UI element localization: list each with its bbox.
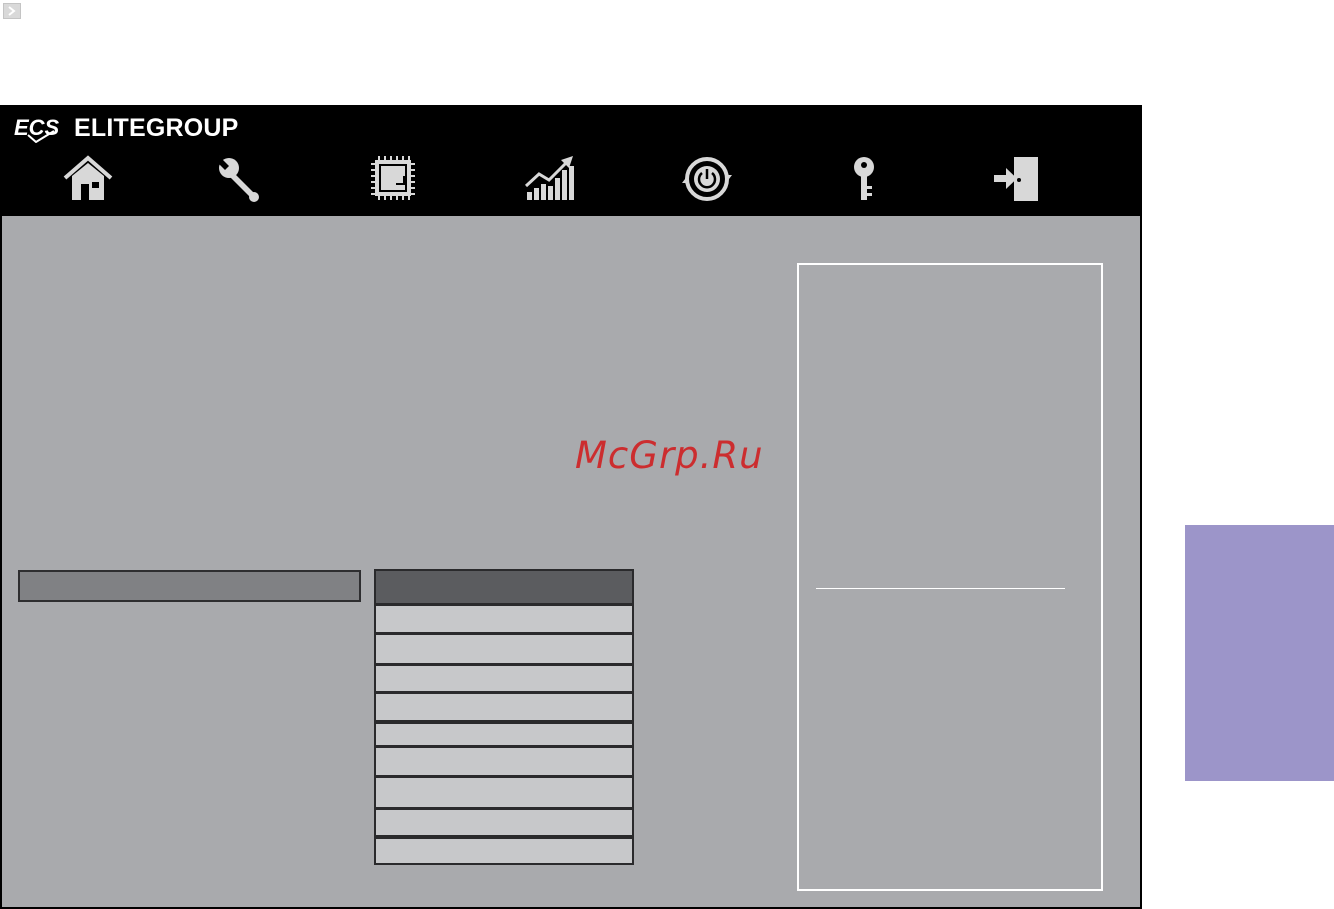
option-item[interactable]	[376, 606, 632, 632]
key-icon	[854, 157, 874, 200]
main-navigation	[2, 151, 1140, 207]
brand: ECS ELITEGROUP	[14, 113, 239, 143]
exit-icon	[994, 157, 1038, 201]
nav-main-settings[interactable]	[210, 151, 270, 207]
nav-performance[interactable]	[520, 151, 580, 207]
chip-icon	[371, 156, 415, 200]
help-panel	[797, 263, 1103, 891]
performance-chart-icon	[524, 156, 574, 200]
svg-text:ECS: ECS	[14, 115, 60, 140]
nav-exit[interactable]	[987, 151, 1047, 207]
option-item[interactable]	[376, 635, 632, 663]
brand-name: ELITEGROUP	[74, 113, 239, 142]
watermark-text: McGrp.Ru	[575, 434, 764, 477]
wrench-icon	[218, 158, 259, 202]
expand-arrow-icon[interactable]	[3, 3, 21, 19]
settings-category-bar[interactable]	[18, 570, 361, 602]
side-chapter-tab	[1185, 525, 1334, 781]
option-item[interactable]	[376, 724, 632, 745]
home-icon	[63, 155, 113, 200]
ecs-logo: ECS	[14, 115, 60, 143]
help-divider	[816, 588, 1065, 589]
nav-power[interactable]	[677, 151, 737, 207]
nav-advanced[interactable]	[363, 151, 423, 207]
option-item[interactable]	[376, 810, 632, 835]
option-item[interactable]	[376, 748, 632, 775]
option-item[interactable]	[376, 839, 632, 863]
power-icon	[682, 157, 732, 201]
option-item[interactable]	[376, 778, 632, 807]
bios-setup-window: ECS ELITEGROUP McGrp.Ru	[0, 105, 1142, 909]
option-item[interactable]	[376, 694, 632, 720]
option-list	[374, 569, 634, 865]
nav-security[interactable]	[834, 151, 894, 207]
option-item[interactable]	[376, 666, 632, 691]
option-list-header	[376, 571, 632, 603]
nav-home[interactable]	[58, 151, 118, 207]
bios-header: ECS ELITEGROUP	[2, 107, 1140, 216]
